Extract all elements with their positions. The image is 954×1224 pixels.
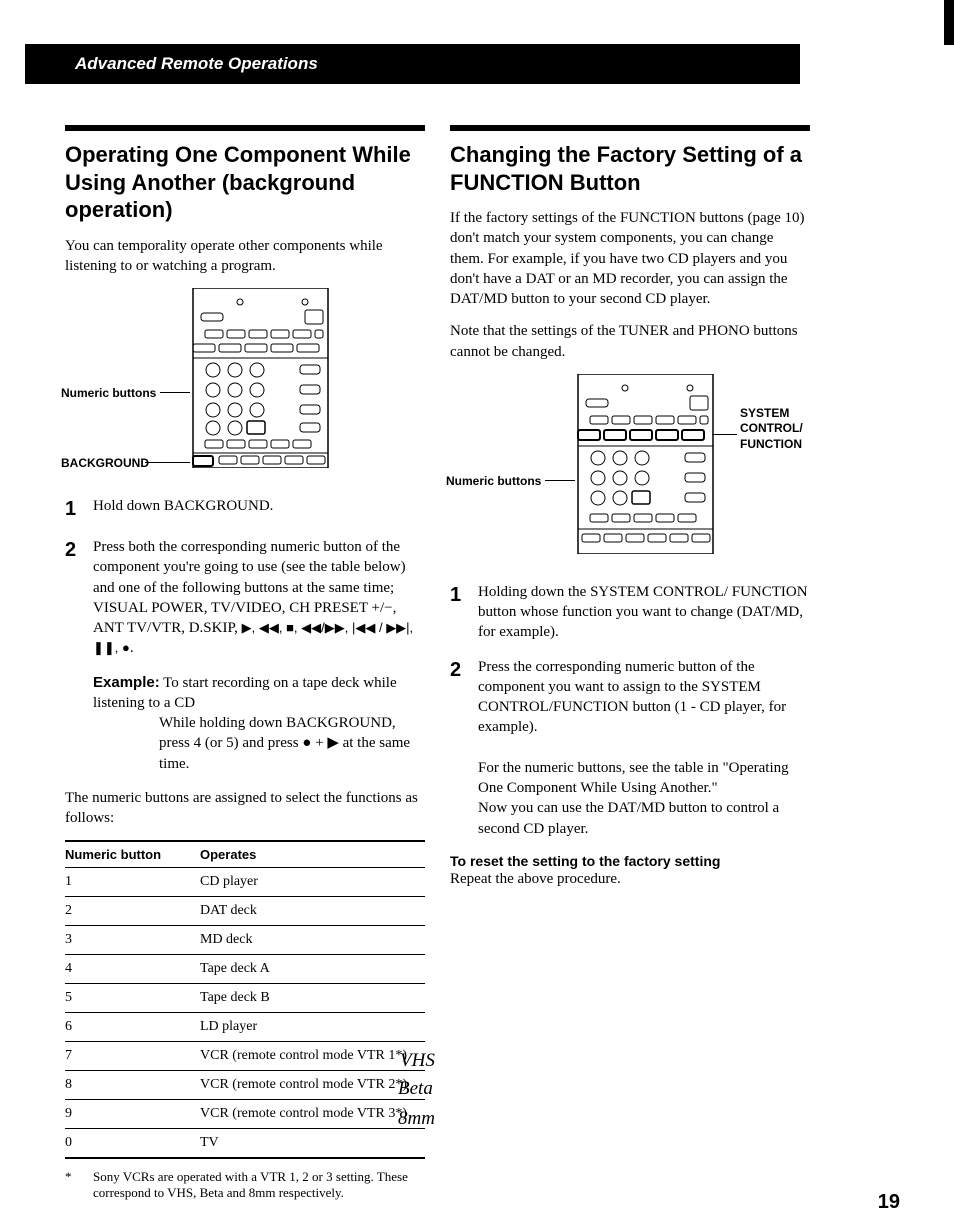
right-p2: Note that the settings of the TUNER and …	[450, 321, 810, 362]
numeric-buttons-table: Numeric button Operates 1CD player 2DAT …	[65, 840, 425, 1159]
remote-svg	[175, 288, 335, 468]
callout-line	[145, 462, 190, 463]
footnote-text: Sony VCRs are operated with a VTR 1, 2 o…	[93, 1169, 425, 1201]
section-header-text: Advanced Remote Operations	[75, 54, 318, 73]
table-header: Operates	[200, 841, 425, 868]
cell: 7	[65, 1042, 200, 1071]
step-number: 1	[450, 582, 478, 643]
step-number: 1	[65, 496, 93, 523]
cell: TV	[200, 1129, 425, 1159]
example-block: Example: To start recording on a tape de…	[93, 673, 425, 774]
cell: 5	[65, 984, 200, 1013]
table-intro: The numeric buttons are assigned to sele…	[65, 788, 425, 829]
cell: 6	[65, 1013, 200, 1042]
heading-rule	[450, 125, 810, 131]
handwritten-beta: Beta	[398, 1078, 433, 1100]
step-body: Press both the corresponding numeric but…	[93, 537, 425, 659]
callout-text: SYSTEM	[740, 406, 803, 422]
handwritten-vhs: VHS	[400, 1050, 435, 1072]
cell: MD deck	[200, 926, 425, 955]
callout-numeric-buttons: Numeric buttons	[61, 386, 156, 400]
cell: 9	[65, 1100, 200, 1129]
callout-line	[712, 434, 737, 435]
handwritten-8mm: 8mm	[398, 1108, 435, 1130]
cell: 3	[65, 926, 200, 955]
left-heading: Operating One Component While Using Anot…	[65, 141, 425, 224]
step-body: Holding down the SYSTEM CONTROL/ FUNCTIO…	[478, 582, 810, 643]
callout-numeric-buttons: Numeric buttons	[446, 474, 541, 488]
step-number: 2	[450, 657, 478, 839]
table-row: 6LD player	[65, 1013, 425, 1042]
table-row: 7VCR (remote control mode VTR 1*)	[65, 1042, 425, 1071]
example-line2: While holding down BACKGROUND, press 4 (…	[159, 713, 425, 774]
cell: VCR (remote control mode VTR 1*)	[200, 1042, 425, 1071]
step-note: Now you can use the DAT/MD button to con…	[478, 800, 779, 836]
left-intro: You can temporality operate other compon…	[65, 236, 425, 277]
step-body: Hold down BACKGROUND.	[93, 496, 425, 523]
cell: 4	[65, 955, 200, 984]
heading-rule	[65, 125, 425, 131]
remote-figure-left: Numeric buttons BACKGROUND	[65, 288, 425, 478]
cell: VCR (remote control mode VTR 2*)	[200, 1071, 425, 1100]
cell: 2	[65, 897, 200, 926]
step-item: 1 Hold down BACKGROUND.	[65, 496, 425, 523]
step-item: 2 Press both the corresponding numeric b…	[65, 537, 425, 659]
step-text-end: .	[130, 640, 134, 656]
section-header: Advanced Remote Operations	[25, 44, 800, 84]
cell: 8	[65, 1071, 200, 1100]
step-item: 2 Press the corresponding numeric button…	[450, 657, 810, 839]
table-header: Numeric button	[65, 841, 200, 868]
callout-line	[160, 392, 190, 393]
page-number: 19	[878, 1191, 900, 1214]
cell: VCR (remote control mode VTR 3*)	[200, 1100, 425, 1129]
cell: Tape deck A	[200, 955, 425, 984]
table-row: 4Tape deck A	[65, 955, 425, 984]
reset-text: Repeat the above procedure.	[450, 871, 810, 888]
example-label: Example:	[93, 674, 160, 691]
table-row: 5Tape deck B	[65, 984, 425, 1013]
footnote-asterisk: *	[65, 1169, 93, 1201]
reset-heading: To reset the setting to the factory sett…	[450, 853, 810, 869]
step-item: 1 Holding down the SYSTEM CONTROL/ FUNCT…	[450, 582, 810, 643]
callout-text: FUNCTION	[740, 437, 803, 453]
cell: DAT deck	[200, 897, 425, 926]
cell: 1	[65, 868, 200, 897]
callout-line	[545, 480, 575, 481]
step-number: 2	[65, 537, 93, 659]
right-p1: If the factory settings of the FUNCTION …	[450, 208, 810, 309]
table-row: 8VCR (remote control mode VTR 2*)	[65, 1071, 425, 1100]
reset-section: To reset the setting to the factory sett…	[450, 853, 810, 888]
remote-svg	[560, 374, 720, 554]
step-text: Press the corresponding numeric button o…	[478, 659, 786, 736]
footnote: * Sony VCRs are operated with a VTR 1, 2…	[65, 1169, 425, 1201]
table-row: 3MD deck	[65, 926, 425, 955]
cell: 0	[65, 1129, 200, 1159]
table-row: 0TV	[65, 1129, 425, 1159]
callout-system-control: SYSTEM CONTROL/ FUNCTION	[740, 406, 803, 453]
right-column: Changing the Factory Setting of a FUNCTI…	[450, 125, 810, 888]
cell: LD player	[200, 1013, 425, 1042]
step-note: For the numeric buttons, see the table i…	[478, 760, 789, 796]
callout-text: CONTROL/	[740, 421, 803, 437]
table-row: 1CD player	[65, 868, 425, 897]
table-row: 2DAT deck	[65, 897, 425, 926]
cell: CD player	[200, 868, 425, 897]
cell: Tape deck B	[200, 984, 425, 1013]
step-body: Press the corresponding numeric button o…	[478, 657, 810, 839]
remote-figure-right: Numeric buttons SYSTEM CONTROL/ FUNCTION	[450, 374, 810, 564]
callout-background: BACKGROUND	[61, 456, 149, 470]
right-heading: Changing the Factory Setting of a FUNCTI…	[450, 141, 810, 196]
page-edge-marker	[944, 0, 954, 45]
left-steps: 1 Hold down BACKGROUND. 2 Press both the…	[65, 496, 425, 659]
left-column: Operating One Component While Using Anot…	[65, 125, 425, 1201]
right-steps: 1 Holding down the SYSTEM CONTROL/ FUNCT…	[450, 582, 810, 839]
table-row: 9VCR (remote control mode VTR 3*)	[65, 1100, 425, 1129]
